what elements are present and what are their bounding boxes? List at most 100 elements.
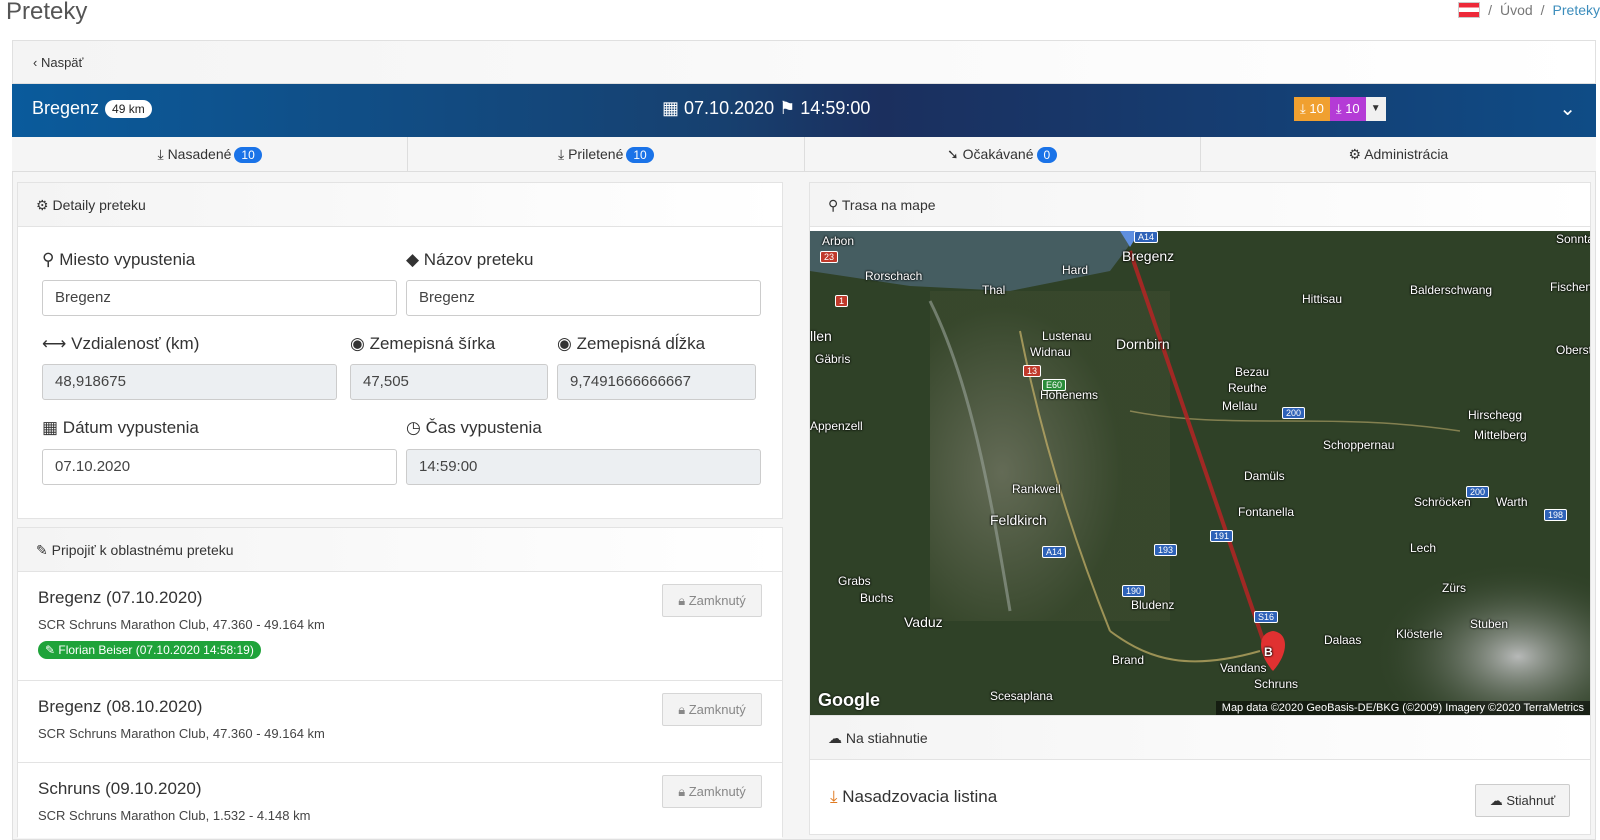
calendar-icon: ▦ [662,98,680,118]
card-heading-label: Pripojiť k oblastnému preteku [51,542,234,558]
tab-count-badge: 10 [234,147,262,163]
locked-button[interactable]: 🔒︎ Zamknutý [662,775,762,808]
latitude-input[interactable]: 47,505 [350,364,548,400]
road-sign: 200 [1466,486,1490,498]
map-place-label: Rankweil [1012,482,1061,496]
locked-label: Zamknutý [688,784,746,799]
card-heading: ☁ Na stiahnutie [810,716,1590,760]
tab-ocakavane[interactable]: ➘ Očakávané 0 [805,137,1201,171]
map-place-label: Klösterle [1396,627,1443,641]
longitude-input[interactable]: 9,7491666666667 [557,364,756,400]
download-file-icon: ⤓ [830,787,843,806]
regional-race-card: ✎ Pripojiť k oblastnému preteku Bregenz … [17,527,783,838]
release-time-input[interactable]: 14:59:00 [406,449,761,485]
gears-icon: ⚙ [1348,146,1365,162]
map-marker-icon: ⚲ [828,197,842,213]
locked-button[interactable]: 🔒︎ Zamknutý [662,584,762,617]
map-place-label: Hard [1062,263,1089,277]
map-place-label: Dornbirn [1116,336,1170,352]
latitude-label: ◉ Zemepisná šírka [350,334,495,354]
road-sign: S16 [1254,611,1279,623]
road-sign: 13 [1023,365,1042,377]
tab-priletene[interactable]: ⤓ Priletené 10 [408,137,805,171]
distance-label: ⟷ Vzdialenosť (km) [42,334,199,354]
distance-input[interactable]: 48,918675 [42,364,337,400]
card-heading: ⚲ Trasa na mape [810,183,1590,227]
map-place-label: Hirschegg [1468,408,1523,422]
tab-administracia[interactable]: ⚙ Administrácia [1201,137,1596,171]
map-place-label: Reuthe [1228,381,1267,395]
basket-icon: ⤓ [157,146,168,162]
list-item: Bregenz (08.10.2020) SCR Schruns Maratho… [18,681,782,763]
chevron-down-icon[interactable]: ⌄ [1559,96,1576,121]
regional-race-title: Bregenz (07.10.2020) [38,588,203,607]
race-date: 07.10.2020 [684,98,775,118]
map-place-label: Rorschach [865,269,923,283]
race-counts[interactable]: ⤓ 10 ⤓ 10 ▼ [1294,97,1386,121]
globe-icon: ◉ [350,334,370,353]
road-sign: 200 [1282,407,1306,419]
map-place-label: Bludenz [1131,598,1175,612]
download-button-label: Stiahnuť [1506,793,1556,808]
breadcrumb-current[interactable]: Preteky [1553,2,1600,18]
map-place-label: Fontanella [1238,505,1295,519]
chevron-left-icon: ‹ [33,55,41,70]
race-name-label: ◆ Názov preteku [406,250,533,270]
calendar-icon: ▦ [42,418,63,437]
map-attribution[interactable]: Map data ©2020 GeoBasis-DE/BKG (©2009) I… [1215,701,1590,715]
list-item: Schruns (09.10.2020) SCR Schruns Maratho… [18,763,782,838]
regional-race-subtitle: SCR Schruns Marathon Club, 1.532 - 4.148… [38,808,311,823]
basketed-count: ⤓ 10 [1294,97,1330,121]
road-sign: 1 [835,295,849,307]
race-title: Bregenz [32,98,100,118]
release-time-label: ◷ Čas vypustenia [406,418,542,438]
race-header: Bregenz 49 km ▦ 07.10.2020 ⚑ 14:59:00 ⤓ … [12,84,1596,137]
release-date-input[interactable]: 07.10.2020 [42,449,397,485]
lock-icon: 🔒︎ [678,784,689,799]
map-place-label: Hittisau [1302,292,1343,306]
globe-icon: ◉ [557,334,577,353]
plug-icon: ✎ [36,542,52,558]
race-name-input[interactable]: Bregenz [406,280,761,316]
release-place-input[interactable]: Bregenz [42,280,397,316]
tab-label: Priletené [568,146,624,162]
map-place-label: Grabs [838,574,871,588]
map-place-label: Bregenz [1122,248,1175,264]
tab-label: Očakávané [962,146,1034,162]
austria-flag-icon[interactable] [1458,2,1481,18]
clock-icon: ◷ [406,418,426,437]
longitude-label: ◉ Zemepisná dĺžka [557,334,705,354]
map-marker-b[interactable]: B [1264,645,1273,659]
caret-down-icon[interactable]: ▼ [1365,97,1386,121]
release-place-label: ⚲ Miesto vypustenia [42,250,195,270]
map-place-label: Thal [982,283,1006,297]
regional-race-subtitle: SCR Schruns Marathon Club, 47.360 - 49.1… [38,726,325,741]
map-place-label: Vaduz [904,614,943,630]
cloud-download-icon: ☁ [828,730,846,746]
google-logo[interactable]: Google [818,690,880,711]
map-place-label: Dalaas [1324,633,1362,647]
tab-nasadene[interactable]: ⤓ Nasadené 10 [12,137,409,171]
label-text: Čas vypustenia [425,418,542,437]
flag-checkered-icon: ⚑ [779,98,796,118]
back-button[interactable]: ‹ Naspäť [33,55,83,70]
arrived-count: ⤓ 10 [1329,97,1366,121]
card-heading: ✎ Pripojiť k oblastnému preteku [18,528,782,572]
map-place-label: Schröcken [1414,495,1471,509]
map-terrain [810,231,1590,715]
route-map[interactable]: B Arbon Rorschach Thal Hard Bregenz Hitt… [810,231,1590,715]
map-place-label: Buchs [860,591,894,605]
road-sign: 191 [1210,530,1234,542]
label-text: Miesto vypustenia [59,250,196,269]
basket-icon: ⤓ [1300,101,1310,116]
gears-icon: ⚙ [36,197,53,213]
download-button[interactable]: ☁ Stiahnuť [1475,784,1570,817]
connected-badge: ✎ Florian Beiser (07.10.2020 14:58:19) [38,641,261,659]
map-marker-icon: ⚲ [42,250,60,269]
locked-button[interactable]: 🔒︎ Zamknutý [662,693,762,726]
breadcrumb-home[interactable]: Úvod [1500,2,1533,18]
road-sign: 190 [1122,585,1146,597]
map-place-label: Bezau [1235,365,1270,379]
download-title: ⤓ Nasadzovacia listina [830,787,997,807]
map-place-label: Balderschwang [1410,283,1493,297]
